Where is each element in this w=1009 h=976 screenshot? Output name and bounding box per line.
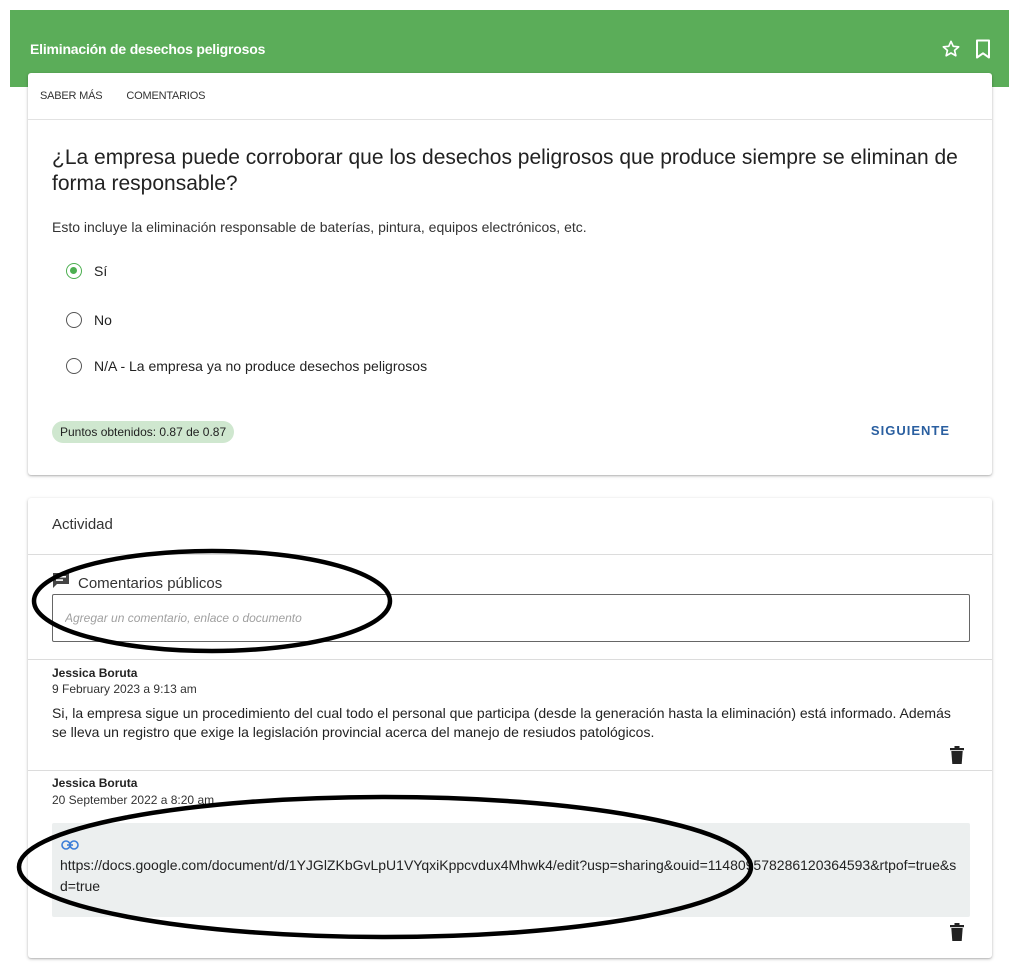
comment-icon — [52, 572, 70, 594]
comment-author: Jessica Boruta — [52, 776, 138, 790]
delete-comment-icon[interactable] — [950, 746, 964, 769]
public-comments-label: Comentarios públicos — [78, 574, 223, 592]
activity-title: Actividad — [52, 516, 113, 533]
link-icon — [61, 837, 79, 855]
option-label: Sí — [94, 263, 108, 279]
link-url[interactable]: https://docs.google.com/document/d/1YJGl… — [60, 855, 960, 897]
divider — [28, 659, 992, 660]
star-icon[interactable] — [941, 39, 961, 59]
radio-icon[interactable] — [66, 312, 82, 328]
bookmark-icon[interactable] — [975, 39, 991, 59]
tab-saber-mas[interactable]: SABER MÁS — [40, 90, 103, 102]
link-attachment[interactable]: https://docs.google.com/document/d/1YJGl… — [52, 823, 970, 917]
option-label: N/A - La empresa ya no produce desechos … — [94, 358, 428, 374]
option-label: No — [94, 312, 112, 328]
divider — [28, 554, 992, 555]
radio-selected-icon[interactable] — [66, 263, 82, 279]
page-title: Eliminación de desechos peligrosos — [30, 40, 266, 57]
comment-date: 20 September 2022 a 8:20 am — [52, 793, 215, 807]
comment-text: Si, la empresa sigue un procedimiento de… — [52, 705, 951, 740]
comment-input[interactable] — [52, 594, 970, 642]
option-si[interactable]: Sí — [66, 263, 107, 279]
next-button[interactable]: SIGUIENTE — [871, 423, 950, 438]
comment-author: Jessica Boruta — [52, 666, 138, 680]
score-badge: Puntos obtenidos: 0.87 de 0.87 — [52, 421, 235, 443]
public-comments-header: Comentarios públicos — [52, 572, 222, 594]
question-hint: Esto incluye la eliminación responsable … — [52, 219, 587, 235]
activity-card: Actividad Comentarios públicos Jessica B… — [28, 498, 992, 958]
option-no[interactable]: No — [66, 312, 112, 328]
radio-icon[interactable] — [66, 358, 82, 374]
question-card: SABER MÁS COMENTARIOS ¿La empresa puede … — [28, 73, 992, 475]
delete-comment-icon[interactable] — [950, 923, 964, 946]
comment-date: 9 February 2023 a 9:13 am — [52, 682, 197, 696]
divider — [28, 770, 992, 771]
question-title: ¿La empresa puede corroborar que los des… — [52, 146, 958, 195]
option-na[interactable]: N/A - La empresa ya no produce desechos … — [66, 358, 427, 374]
tab-comentarios[interactable]: COMENTARIOS — [126, 90, 205, 102]
header-actions — [941, 39, 991, 59]
tab-bar: SABER MÁS COMENTARIOS — [28, 73, 992, 120]
